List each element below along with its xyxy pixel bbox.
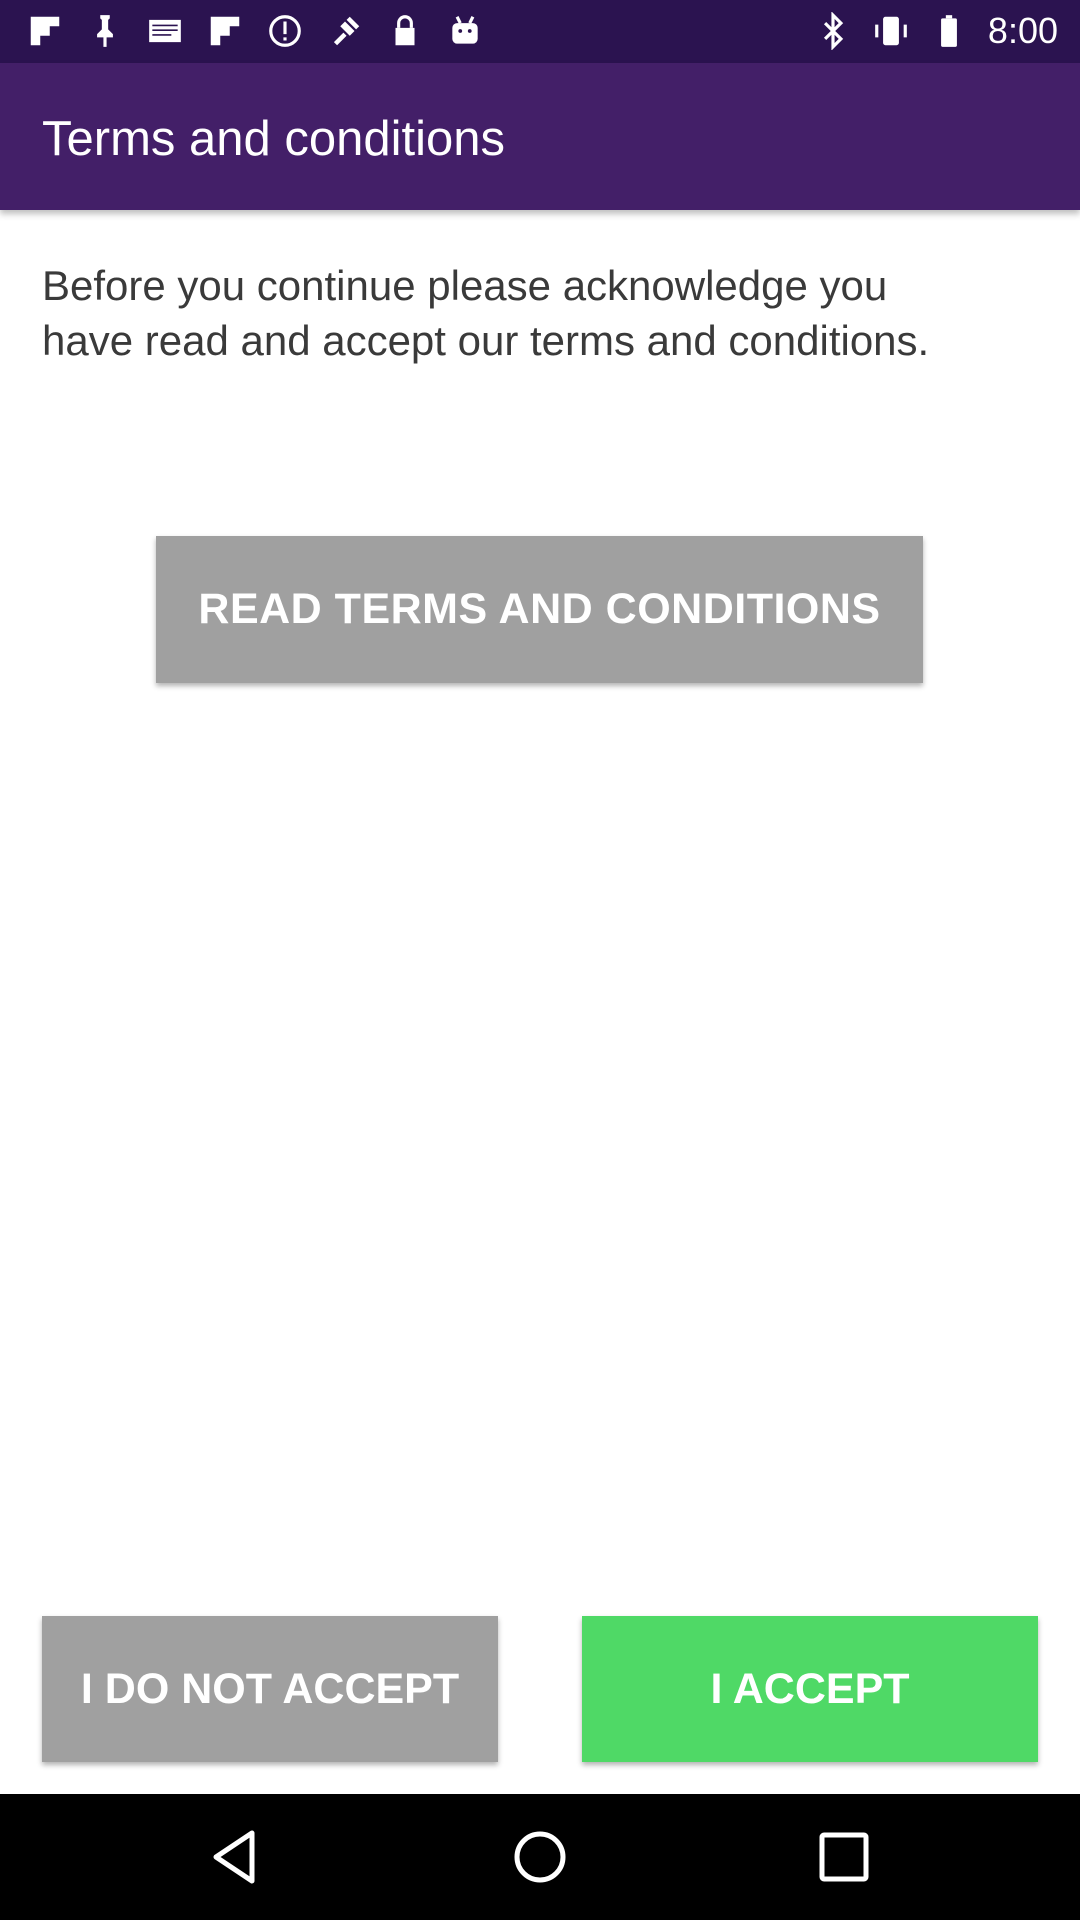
flipboard-icon: [30, 16, 60, 46]
app-bar: Terms and conditions: [0, 63, 1080, 210]
android-icon: [452, 16, 478, 44]
navigation-bar: [0, 1794, 1080, 1920]
status-bar: 8:00: [0, 0, 1080, 63]
lock-icon: [395, 15, 415, 46]
back-icon[interactable]: [200, 1821, 272, 1893]
decline-button[interactable]: I DO NOT ACCEPT: [42, 1616, 498, 1762]
intro-text: Before you continue please acknowledge y…: [42, 262, 930, 364]
battery-icon: [941, 15, 957, 47]
sync-icon: [269, 15, 301, 47]
page-title: Terms and conditions: [42, 112, 506, 166]
read-terms-button[interactable]: READ TERMS AND CONDITIONS: [156, 536, 923, 683]
pin-icon: [97, 15, 113, 47]
flipboard-icon: [210, 16, 240, 46]
status-time: 8:00: [987, 10, 1058, 51]
recents-icon[interactable]: [808, 1821, 880, 1893]
mail-icon: [149, 19, 181, 43]
home-icon[interactable]: [504, 1821, 576, 1893]
accept-button[interactable]: I ACCEPT: [582, 1616, 1038, 1762]
fake-gps-icon: [333, 16, 360, 46]
bluetooth-icon: [823, 12, 844, 50]
vibrate-icon: [875, 16, 907, 46]
